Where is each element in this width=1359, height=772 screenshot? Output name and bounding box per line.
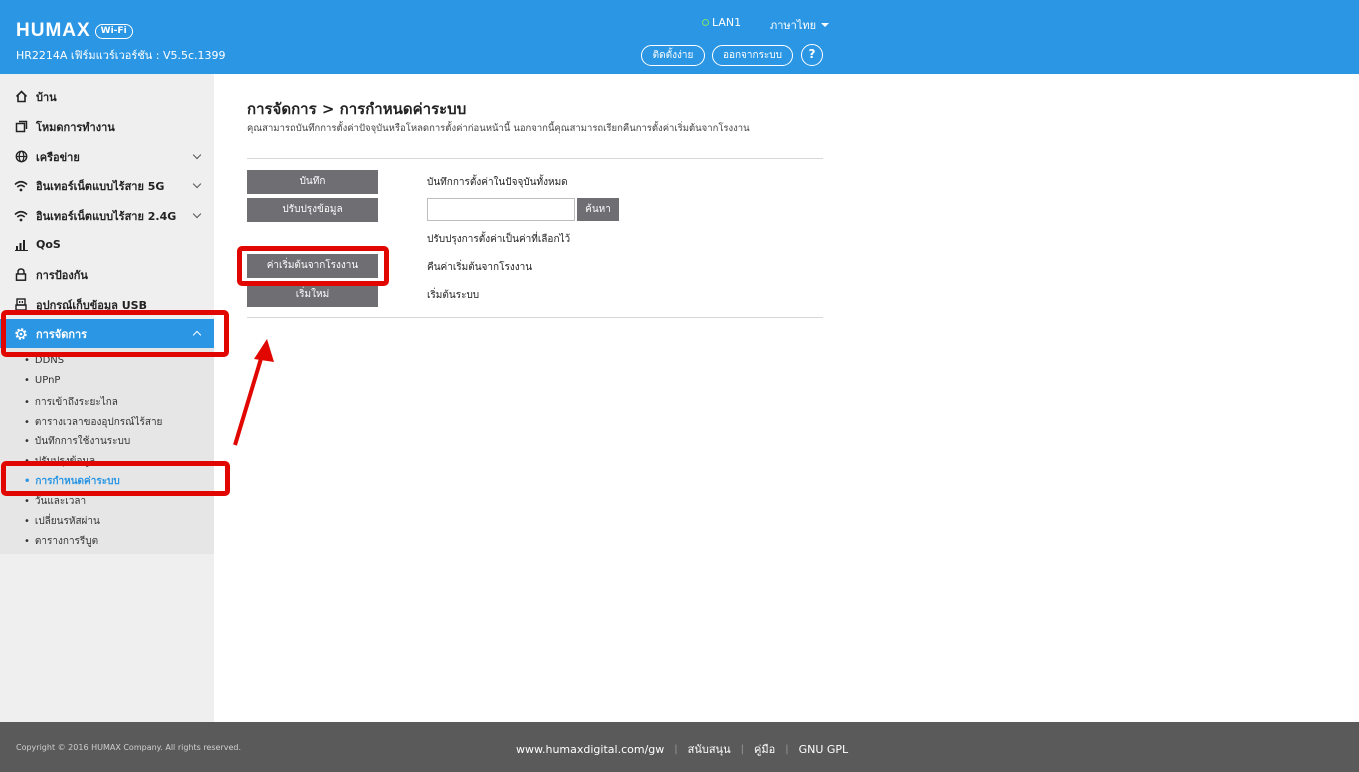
factory-reset-description: คืนค่าเริ่มต้นจากโรงงาน [427, 262, 533, 273]
lan-status: LAN1 [702, 16, 741, 29]
reboot-description: เริ่มต้นระบบ [427, 290, 480, 301]
footer-links: www.humaxdigital.com/gw | สนับสนุน | คู่… [516, 740, 848, 758]
update-description: ปรับปรุงการตั้งค่าเป็นค่าที่เลือกไว้ [427, 234, 571, 245]
lan-status-icon [702, 19, 709, 26]
manual-link[interactable]: คู่มือ [754, 740, 775, 758]
logout-button[interactable]: ออกจากระบบ [712, 45, 793, 66]
language-select[interactable]: ภาษาไทย [770, 16, 830, 34]
separator: | [785, 743, 789, 755]
website-link[interactable]: www.humaxdigital.com/gw [516, 743, 664, 756]
divider [247, 158, 823, 159]
gpl-link[interactable]: GNU GPL [799, 743, 849, 756]
support-link[interactable]: สนับสนุน [688, 740, 731, 758]
submenu-item-change-password[interactable]: เปลี่ยนรหัสผ่าน [24, 514, 100, 529]
annotation-arrow [233, 339, 274, 446]
help-button[interactable]: ? [801, 44, 823, 66]
submenu-item-date-time[interactable]: วันและเวลา [24, 494, 86, 509]
easy-setup-button[interactable]: ติดตั้งง่าย [641, 45, 705, 66]
footer: Copyright © 2016 HUMAX Company. All righ… [0, 722, 1359, 772]
copyright: Copyright © 2016 HUMAX Company. All righ… [16, 743, 242, 752]
chevron-down-icon [821, 23, 830, 27]
separator: | [740, 743, 744, 755]
highlight-system-config [1, 461, 230, 496]
divider [247, 317, 823, 318]
lan-status-label: LAN1 [712, 16, 742, 29]
language-label: ภาษาไทย [770, 19, 817, 32]
page-description: คุณสามารถบันทึกการตั้งค่าปัจจุบันหรือโหล… [247, 123, 750, 134]
save-description: บันทึกการตั้งค่าในปัจจุบันทั้งหมด [427, 177, 568, 188]
submenu-item-reboot-schedule[interactable]: ตารางการรีบูต [24, 534, 98, 549]
config-file-input[interactable] [427, 198, 575, 221]
separator: | [674, 743, 678, 755]
browse-button[interactable]: ค้นหา [577, 198, 619, 221]
